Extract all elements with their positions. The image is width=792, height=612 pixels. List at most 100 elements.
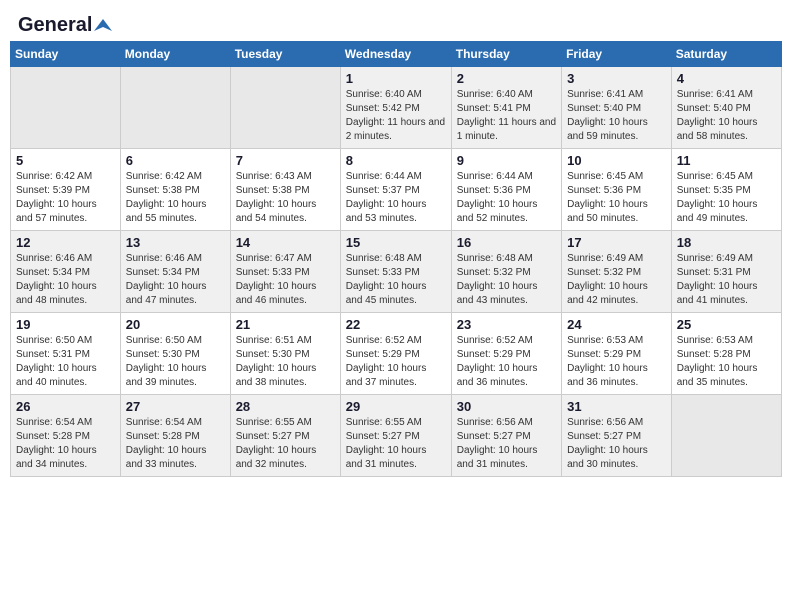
day-info: Sunrise: 6:54 AMSunset: 5:28 PMDaylight:…: [16, 416, 115, 472]
calendar-cell: 13Sunrise: 6:46 AMSunset: 5:34 PMDayligh…: [120, 231, 230, 313]
day-info: Sunrise: 6:40 AMSunset: 5:41 PMDaylight:…: [457, 88, 556, 144]
weekday-header-monday: Monday: [120, 42, 230, 67]
calendar-cell: 8 Sunrise: 6:44 AMSunset: 5:37 PMDaylight…: [340, 149, 451, 231]
day-number: 23: [457, 317, 556, 332]
day-info: Sunrise: 6:50 AMSunset: 5:31 PMDaylight:…: [16, 334, 115, 390]
calendar-cell: 17 Sunrise: 6:49 AMSunset: 5:32 PMDayligh…: [562, 231, 672, 313]
calendar-week-row: 12Sunrise: 6:46 AMSunset: 5:34 PMDayligh…: [11, 231, 782, 313]
day-info: Sunrise: 6:43 AMSunset: 5:38 PMDaylight:…: [236, 170, 335, 226]
day-number: 28: [236, 399, 335, 414]
day-number: 27: [126, 399, 225, 414]
calendar-week-row: 26 Sunrise: 6:54 AMSunset: 5:28 PMDayligh…: [11, 395, 782, 477]
calendar-cell: 12Sunrise: 6:46 AMSunset: 5:34 PMDayligh…: [11, 231, 121, 313]
day-number: 29: [346, 399, 446, 414]
calendar-cell: 25 Sunrise: 6:53 AMSunset: 5:28 PMDayligh…: [671, 313, 781, 395]
day-number: 22: [346, 317, 446, 332]
day-info: Sunrise: 6:55 AMSunset: 5:27 PMDaylight:…: [346, 416, 446, 472]
calendar-week-row: 5 Sunrise: 6:42 AMSunset: 5:39 PMDaylight…: [11, 149, 782, 231]
calendar-cell: [11, 67, 121, 149]
day-number: 10: [567, 153, 666, 168]
day-number: 16: [457, 235, 556, 250]
calendar-cell: 15 Sunrise: 6:48 AMSunset: 5:33 PMDayligh…: [340, 231, 451, 313]
day-number: 14: [236, 235, 335, 250]
calendar-cell: 28 Sunrise: 6:55 AMSunset: 5:27 PMDayligh…: [230, 395, 340, 477]
weekday-header-saturday: Saturday: [671, 42, 781, 67]
calendar-cell: 21 Sunrise: 6:51 AMSunset: 5:30 PMDayligh…: [230, 313, 340, 395]
day-info: Sunrise: 6:41 AMSunset: 5:40 PMDaylight:…: [567, 88, 666, 144]
calendar-week-row: 19Sunrise: 6:50 AMSunset: 5:31 PMDayligh…: [11, 313, 782, 395]
day-info: Sunrise: 6:44 AMSunset: 5:36 PMDaylight:…: [457, 170, 556, 226]
day-info: Sunrise: 6:40 AMSunset: 5:42 PMDaylight:…: [346, 88, 446, 144]
logo-general: General: [18, 14, 92, 37]
day-number: 2: [457, 71, 556, 86]
calendar-cell: [120, 67, 230, 149]
calendar-cell: 29 Sunrise: 6:55 AMSunset: 5:27 PMDayligh…: [340, 395, 451, 477]
day-number: 21: [236, 317, 335, 332]
calendar-cell: 1 Sunrise: 6:40 AMSunset: 5:42 PMDaylight…: [340, 67, 451, 149]
day-info: Sunrise: 6:42 AMSunset: 5:39 PMDaylight:…: [16, 170, 115, 226]
calendar-cell: 24 Sunrise: 6:53 AMSunset: 5:29 PMDayligh…: [562, 313, 672, 395]
calendar-cell: 27Sunrise: 6:54 AMSunset: 5:28 PMDayligh…: [120, 395, 230, 477]
day-number: 24: [567, 317, 666, 332]
day-number: 1: [346, 71, 446, 86]
day-info: Sunrise: 6:56 AMSunset: 5:27 PMDaylight:…: [457, 416, 556, 472]
day-number: 7: [236, 153, 335, 168]
calendar-cell: [671, 395, 781, 477]
calendar-cell: [230, 67, 340, 149]
day-number: 9: [457, 153, 556, 168]
day-info: Sunrise: 6:49 AMSunset: 5:32 PMDaylight:…: [567, 252, 666, 308]
day-info: Sunrise: 6:44 AMSunset: 5:37 PMDaylight:…: [346, 170, 446, 226]
day-info: Sunrise: 6:48 AMSunset: 5:33 PMDaylight:…: [346, 252, 446, 308]
day-info: Sunrise: 6:52 AMSunset: 5:29 PMDaylight:…: [457, 334, 556, 390]
day-number: 5: [16, 153, 115, 168]
calendar-cell: 18 Sunrise: 6:49 AMSunset: 5:31 PMDayligh…: [671, 231, 781, 313]
page-header: General: [10, 10, 782, 37]
day-info: Sunrise: 6:49 AMSunset: 5:31 PMDaylight:…: [677, 252, 776, 308]
calendar-cell: 11 Sunrise: 6:45 AMSunset: 5:35 PMDayligh…: [671, 149, 781, 231]
calendar-cell: 30 Sunrise: 6:56 AMSunset: 5:27 PMDayligh…: [451, 395, 561, 477]
calendar-cell: 16 Sunrise: 6:48 AMSunset: 5:32 PMDayligh…: [451, 231, 561, 313]
logo-bird-icon: [94, 17, 112, 35]
calendar-week-row: 1 Sunrise: 6:40 AMSunset: 5:42 PMDaylight…: [11, 67, 782, 149]
day-number: 4: [677, 71, 776, 86]
day-number: 6: [126, 153, 225, 168]
calendar-cell: 14 Sunrise: 6:47 AMSunset: 5:33 PMDayligh…: [230, 231, 340, 313]
calendar-cell: 31Sunrise: 6:56 AMSunset: 5:27 PMDayligh…: [562, 395, 672, 477]
calendar-cell: 5 Sunrise: 6:42 AMSunset: 5:39 PMDaylight…: [11, 149, 121, 231]
day-info: Sunrise: 6:45 AMSunset: 5:35 PMDaylight:…: [677, 170, 776, 226]
calendar-cell: 7 Sunrise: 6:43 AMSunset: 5:38 PMDaylight…: [230, 149, 340, 231]
weekday-header-sunday: Sunday: [11, 42, 121, 67]
day-info: Sunrise: 6:46 AMSunset: 5:34 PMDaylight:…: [16, 252, 115, 308]
day-number: 13: [126, 235, 225, 250]
day-number: 30: [457, 399, 556, 414]
day-number: 8: [346, 153, 446, 168]
day-number: 25: [677, 317, 776, 332]
day-info: Sunrise: 6:53 AMSunset: 5:29 PMDaylight:…: [567, 334, 666, 390]
day-info: Sunrise: 6:48 AMSunset: 5:32 PMDaylight:…: [457, 252, 556, 308]
day-info: Sunrise: 6:52 AMSunset: 5:29 PMDaylight:…: [346, 334, 446, 390]
day-number: 18: [677, 235, 776, 250]
day-info: Sunrise: 6:51 AMSunset: 5:30 PMDaylight:…: [236, 334, 335, 390]
calendar-cell: 26 Sunrise: 6:54 AMSunset: 5:28 PMDayligh…: [11, 395, 121, 477]
calendar-cell: 23 Sunrise: 6:52 AMSunset: 5:29 PMDayligh…: [451, 313, 561, 395]
day-number: 11: [677, 153, 776, 168]
day-info: Sunrise: 6:42 AMSunset: 5:38 PMDaylight:…: [126, 170, 225, 226]
weekday-header-wednesday: Wednesday: [340, 42, 451, 67]
day-number: 15: [346, 235, 446, 250]
calendar-header-row: SundayMondayTuesdayWednesdayThursdayFrid…: [11, 42, 782, 67]
day-info: Sunrise: 6:53 AMSunset: 5:28 PMDaylight:…: [677, 334, 776, 390]
calendar-cell: 2 Sunrise: 6:40 AMSunset: 5:41 PMDaylight…: [451, 67, 561, 149]
calendar-cell: 9 Sunrise: 6:44 AMSunset: 5:36 PMDaylight…: [451, 149, 561, 231]
day-number: 26: [16, 399, 115, 414]
day-info: Sunrise: 6:47 AMSunset: 5:33 PMDaylight:…: [236, 252, 335, 308]
logo: General: [18, 14, 112, 33]
weekday-header-tuesday: Tuesday: [230, 42, 340, 67]
day-info: Sunrise: 6:55 AMSunset: 5:27 PMDaylight:…: [236, 416, 335, 472]
calendar-cell: 3Sunrise: 6:41 AMSunset: 5:40 PMDaylight…: [562, 67, 672, 149]
calendar-table: SundayMondayTuesdayWednesdayThursdayFrid…: [10, 41, 782, 477]
day-number: 17: [567, 235, 666, 250]
day-info: Sunrise: 6:41 AMSunset: 5:40 PMDaylight:…: [677, 88, 776, 144]
calendar-cell: 6 Sunrise: 6:42 AMSunset: 5:38 PMDaylight…: [120, 149, 230, 231]
calendar-cell: 4 Sunrise: 6:41 AMSunset: 5:40 PMDaylight…: [671, 67, 781, 149]
day-number: 20: [126, 317, 225, 332]
